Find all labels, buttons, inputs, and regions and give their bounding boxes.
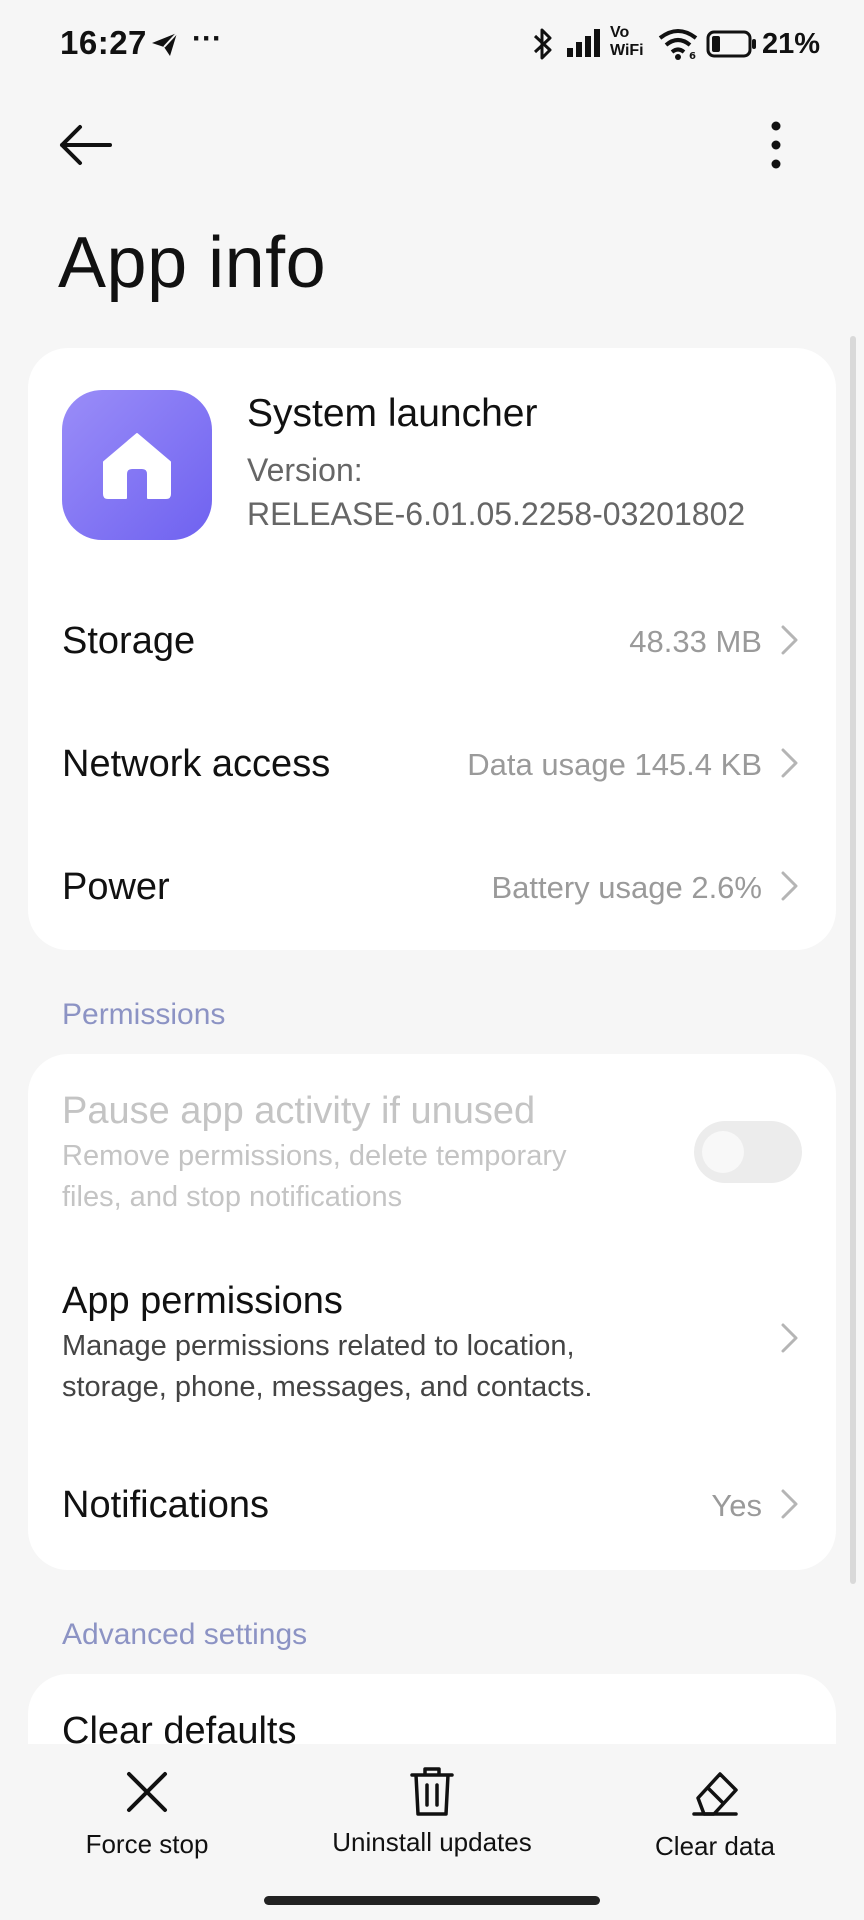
permissions-card: Pause app activity if unused Remove perm… (28, 1054, 836, 1570)
network-access-value: Data usage 145.4 KB (467, 747, 762, 782)
force-stop-button[interactable]: Force stop (60, 1768, 234, 1860)
power-row[interactable]: Power Battery usage 2.6% (28, 826, 836, 946)
chevron-right-icon (781, 748, 798, 778)
close-icon (127, 1772, 167, 1812)
toggle-knob (702, 1131, 744, 1173)
app-name: System launcher (247, 392, 538, 435)
power-title: Power (62, 866, 170, 908)
uninstall-updates-button[interactable]: Uninstall updates (322, 1766, 542, 1858)
chevron-right-icon (781, 1489, 798, 1519)
eraser-icon (692, 1772, 738, 1816)
bottom-action-bar: Force stop Uninstall updates Clear data (0, 1744, 864, 1920)
home-indicator[interactable] (264, 1896, 600, 1905)
chevron-right-icon (781, 1323, 798, 1353)
signal-icon (567, 29, 600, 57)
more-options-icon[interactable] (766, 120, 786, 170)
version-value: RELEASE-6.01.05.2258-03201802 (247, 496, 746, 532)
battery-percent: 21% (762, 28, 821, 60)
vowifi-icon: Vo WiFi (610, 24, 644, 59)
chevron-right-icon (781, 625, 798, 655)
storage-row[interactable]: Storage 48.33 MB (28, 580, 836, 700)
trash-icon (410, 1767, 454, 1816)
app-permissions-row[interactable]: App permissions Manage permissions relat… (28, 1244, 836, 1424)
clear-data-label: Clear data (655, 1831, 775, 1861)
uninstall-updates-label: Uninstall updates (332, 1827, 532, 1857)
force-stop-label: Force stop (85, 1829, 209, 1859)
status-bar: 16:27 ··· Vo WiFi 6 21% (0, 0, 864, 90)
notifications-value: Yes (711, 1488, 762, 1523)
network-access-row[interactable]: Network access Data usage 145.4 KB (28, 703, 836, 823)
power-value: Battery usage 2.6% (491, 870, 762, 905)
pause-app-activity-toggle[interactable] (694, 1121, 802, 1183)
wifi-icon: 6 (658, 29, 698, 60)
more-notifications-icon: ··· (192, 22, 222, 55)
notifications-row[interactable]: Notifications Yes (28, 1444, 836, 1564)
telegram-icon (152, 32, 178, 56)
app-info-card: System launcher Version: RELEASE-6.01.05… (28, 348, 836, 950)
pause-app-activity-description: Remove permissions, delete temporary fil… (62, 1140, 567, 1213)
storage-title: Storage (62, 620, 196, 662)
clear-data-button[interactable]: Clear data (640, 1768, 790, 1862)
advanced-settings-section-label: Advanced settings (62, 1618, 308, 1651)
app-permissions-description: Manage permissions related to location, … (62, 1330, 593, 1403)
back-arrow-icon[interactable] (58, 122, 114, 168)
bluetooth-icon (533, 28, 552, 60)
version-label: Version: (247, 452, 363, 488)
storage-value: 48.33 MB (629, 624, 762, 659)
network-access-title: Network access (62, 743, 331, 785)
home-icon (103, 433, 171, 499)
pause-app-activity-row[interactable]: Pause app activity if unused Remove perm… (28, 1054, 836, 1234)
notifications-title: Notifications (62, 1484, 269, 1526)
status-time: 16:27 (60, 24, 147, 61)
pause-app-activity-title: Pause app activity if unused (62, 1090, 536, 1132)
app-permissions-title: App permissions (62, 1280, 343, 1322)
chevron-right-icon (781, 871, 798, 901)
battery-icon (706, 30, 756, 58)
page-title: App info (58, 223, 327, 303)
scrollbar[interactable] (850, 336, 856, 1584)
app-icon (62, 390, 212, 540)
permissions-section-label: Permissions (62, 998, 226, 1031)
svg-text:6: 6 (689, 51, 696, 60)
